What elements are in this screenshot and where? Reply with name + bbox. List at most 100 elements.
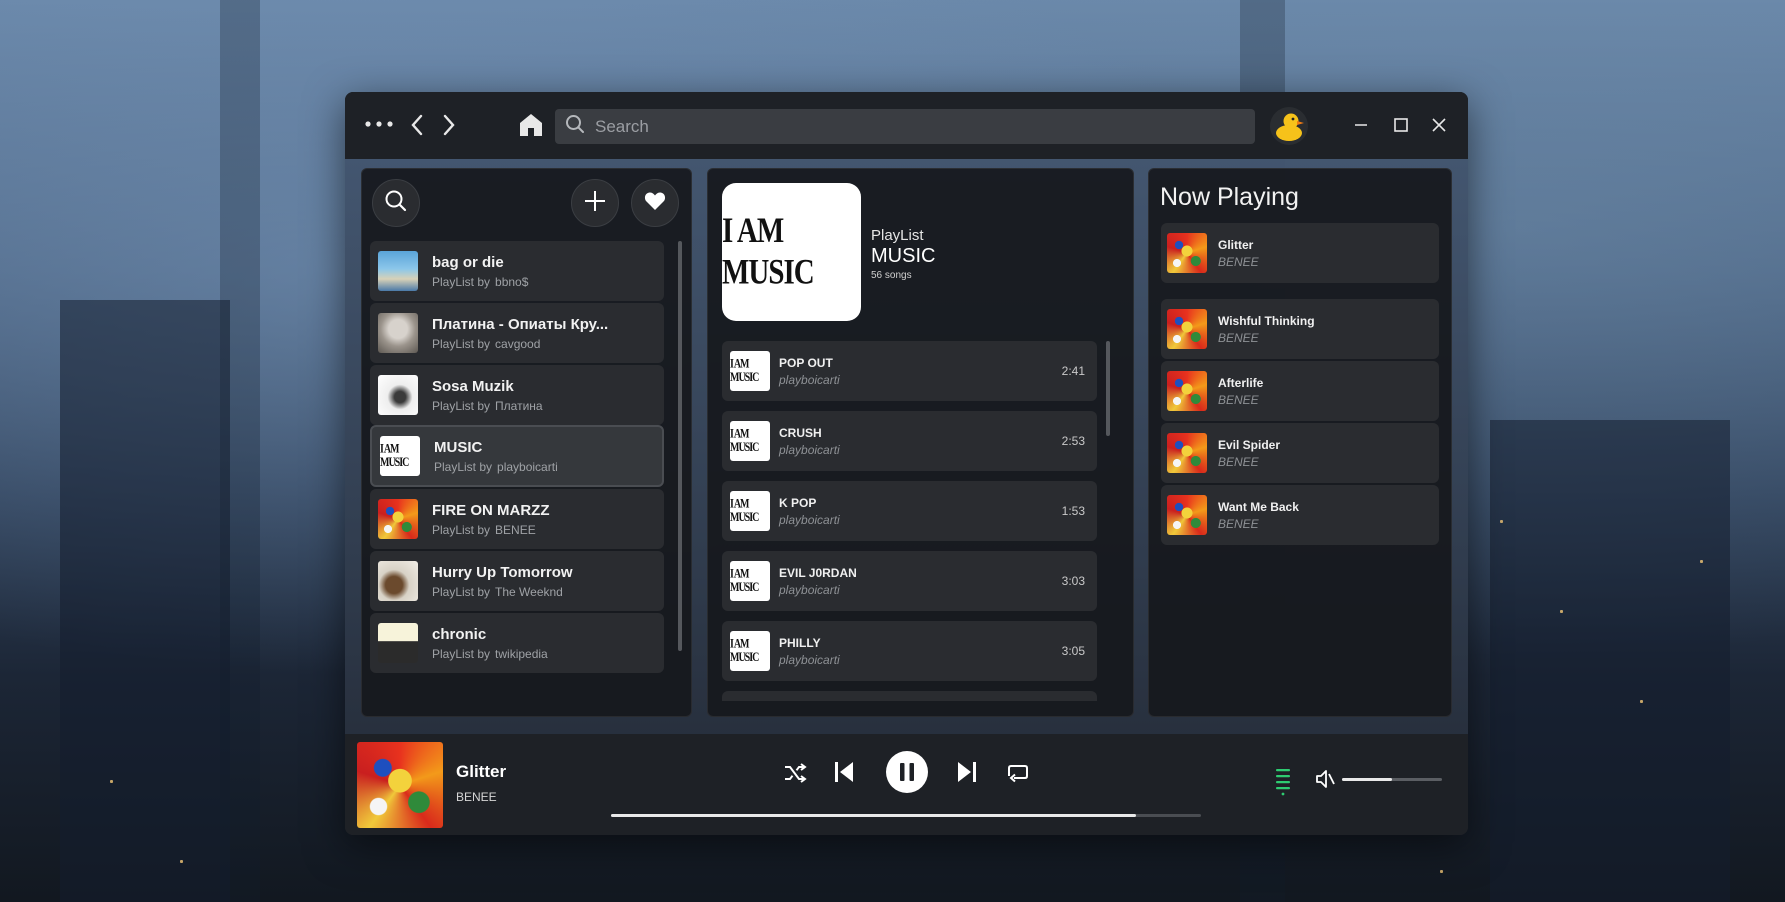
library-item-by-label: PlayList by bbox=[432, 584, 491, 599]
track-artist: BENEE bbox=[1218, 330, 1259, 345]
track-cover: I AM MUSIC bbox=[730, 491, 770, 531]
playlist-cover bbox=[378, 251, 418, 291]
library-scrollbar[interactable] bbox=[678, 241, 682, 651]
library-item[interactable]: Hurry Up Tomorrow PlayList by The Weeknd bbox=[370, 551, 664, 611]
track-title: Glitter bbox=[1218, 237, 1254, 252]
library-item[interactable]: bag or die PlayList by bbno$ bbox=[370, 241, 664, 301]
track-title: CRUSH bbox=[779, 425, 822, 440]
track-duration: 3:05 bbox=[1061, 644, 1085, 658]
now-playing-current[interactable]: Glitter BENEE bbox=[1161, 223, 1439, 283]
library-item-owner: cavgood bbox=[495, 336, 541, 351]
track-row-partial[interactable] bbox=[722, 691, 1097, 701]
track-row[interactable]: I AM MUSIC CRUSH playboicarti 2:53 bbox=[722, 411, 1097, 471]
track-artist: playboicarti bbox=[779, 442, 840, 457]
minimize-icon[interactable] bbox=[1348, 112, 1374, 138]
track-cover: I AM MUSIC bbox=[730, 631, 770, 671]
now-playing-heading: Now Playing bbox=[1160, 183, 1299, 211]
now-playing-cover[interactable] bbox=[357, 742, 443, 828]
title-bar bbox=[345, 92, 1468, 159]
city-light bbox=[1440, 870, 1443, 873]
playlist-cover bbox=[378, 313, 418, 353]
track-artist: playboicarti bbox=[779, 372, 840, 387]
library-item-owner: Платина bbox=[495, 398, 543, 413]
track-row[interactable]: I AM MUSIC PHILLY playboicarti 3:05 bbox=[722, 621, 1097, 681]
repeat-icon[interactable] bbox=[1004, 759, 1032, 787]
now-playing-artist[interactable]: BENEE bbox=[456, 790, 497, 804]
more-dots-icon[interactable] bbox=[363, 114, 395, 134]
library-item-title: MUSIC bbox=[434, 438, 483, 456]
pause-icon[interactable] bbox=[886, 751, 928, 793]
queue-item[interactable]: Want Me Back BENEE bbox=[1161, 485, 1439, 545]
library-item[interactable]: FIRE ON MARZZ PlayList by BENEE bbox=[370, 489, 664, 549]
playlist-cover: I AM MUSIC bbox=[380, 436, 420, 476]
library-item[interactable]: Sosa Muzik PlayList by Платина bbox=[370, 365, 664, 425]
music-app-window: bag or die PlayList by bbno$ Платина - Оп… bbox=[345, 92, 1468, 835]
search-input[interactable] bbox=[595, 116, 1215, 137]
home-icon[interactable] bbox=[515, 109, 547, 141]
cover-logo-text: I AM MUSIC bbox=[730, 567, 759, 595]
track-title: Wishful Thinking bbox=[1218, 313, 1315, 328]
playback-progress-bar[interactable] bbox=[611, 814, 1201, 817]
now-playing-title[interactable]: Glitter bbox=[456, 762, 506, 782]
add-playlist-button[interactable] bbox=[571, 179, 619, 227]
duck-avatar[interactable] bbox=[1270, 107, 1308, 145]
track-artist: BENEE bbox=[1218, 516, 1259, 531]
track-row[interactable]: I AM MUSIC K POP playboicarti 1:53 bbox=[722, 481, 1097, 541]
volume-icon[interactable] bbox=[1314, 768, 1338, 790]
playlist-library-list: bag or die PlayList by bbno$ Платина - Оп… bbox=[370, 241, 666, 711]
library-item-owner: bbno$ bbox=[495, 274, 529, 289]
library-item-selected[interactable]: I AM MUSIC MUSIC PlayList by playboicarti bbox=[370, 425, 664, 487]
library-item-title: bag or die bbox=[432, 253, 504, 271]
close-icon[interactable] bbox=[1426, 112, 1452, 138]
queue-icon[interactable] bbox=[1272, 766, 1294, 796]
library-item-owner: twikipedia bbox=[495, 646, 548, 661]
library-item-by-label: PlayList by bbox=[432, 522, 491, 537]
shuffle-icon[interactable] bbox=[781, 759, 809, 787]
queue-item[interactable]: Wishful Thinking BENEE bbox=[1161, 299, 1439, 359]
library-item-by-label: PlayList by bbox=[432, 646, 491, 661]
library-item[interactable]: Платина - Опиаты Кру... PlayList by cavgo… bbox=[370, 303, 664, 363]
track-list-scrollbar[interactable] bbox=[1106, 341, 1110, 436]
track-row[interactable]: I AM MUSIC EVIL J0RDAN playboicarti 3:03 bbox=[722, 551, 1097, 611]
library-item-title: Платина - Опиаты Кру... bbox=[432, 315, 609, 333]
background-building bbox=[1490, 420, 1730, 902]
playlist-song-count: 56 songs bbox=[871, 270, 912, 281]
library-search-button[interactable] bbox=[372, 179, 420, 227]
queue-item[interactable]: Afterlife BENEE bbox=[1161, 361, 1439, 421]
library-panel: bag or die PlayList by bbno$ Платина - Оп… bbox=[361, 168, 692, 717]
volume-slider-fill bbox=[1342, 778, 1392, 781]
volume-slider[interactable] bbox=[1342, 778, 1442, 781]
track-cover bbox=[1167, 371, 1207, 411]
track-artist: playboicarti bbox=[779, 512, 840, 527]
track-cover: I AM MUSIC bbox=[730, 421, 770, 461]
maximize-icon[interactable] bbox=[1388, 112, 1414, 138]
track-artist: BENEE bbox=[1218, 254, 1259, 269]
cover-logo-text: I AM MUSIC bbox=[722, 210, 815, 292]
library-item-owner: The Weeknd bbox=[495, 584, 563, 599]
next-icon[interactable] bbox=[952, 757, 982, 787]
heart-icon bbox=[644, 191, 666, 216]
search-bar[interactable] bbox=[555, 109, 1255, 144]
track-list: I AM MUSIC POP OUT playboicarti 2:41 I A… bbox=[722, 341, 1122, 701]
background-building bbox=[220, 0, 260, 902]
forward-arrow-icon[interactable] bbox=[437, 112, 461, 138]
track-row[interactable]: I AM MUSIC POP OUT playboicarti 2:41 bbox=[722, 341, 1097, 401]
track-artist: playboicarti bbox=[779, 652, 840, 667]
back-arrow-icon[interactable] bbox=[405, 112, 429, 138]
library-item-title: Sosa Muzik bbox=[432, 377, 514, 395]
playlist-cover-large: I AM MUSIC bbox=[722, 183, 861, 321]
cover-logo-text: I AM MUSIC bbox=[380, 442, 409, 470]
library-item[interactable]: chronic PlayList by twikipedia bbox=[370, 613, 664, 673]
queue-item[interactable]: Evil Spider BENEE bbox=[1161, 423, 1439, 483]
library-item-by-label: PlayList by bbox=[434, 459, 493, 474]
liked-songs-button[interactable] bbox=[631, 179, 679, 227]
playlist-cover bbox=[378, 623, 418, 663]
city-light bbox=[1640, 700, 1643, 703]
cover-logo-text: I AM MUSIC bbox=[730, 357, 759, 385]
track-cover: I AM MUSIC bbox=[730, 561, 770, 601]
player-bar: Glitter BENEE bbox=[345, 734, 1468, 835]
track-title: POP OUT bbox=[779, 355, 833, 370]
previous-icon[interactable] bbox=[829, 757, 859, 787]
cover-logo-text: I AM MUSIC bbox=[730, 637, 759, 665]
playback-progress-fill bbox=[611, 814, 1137, 817]
